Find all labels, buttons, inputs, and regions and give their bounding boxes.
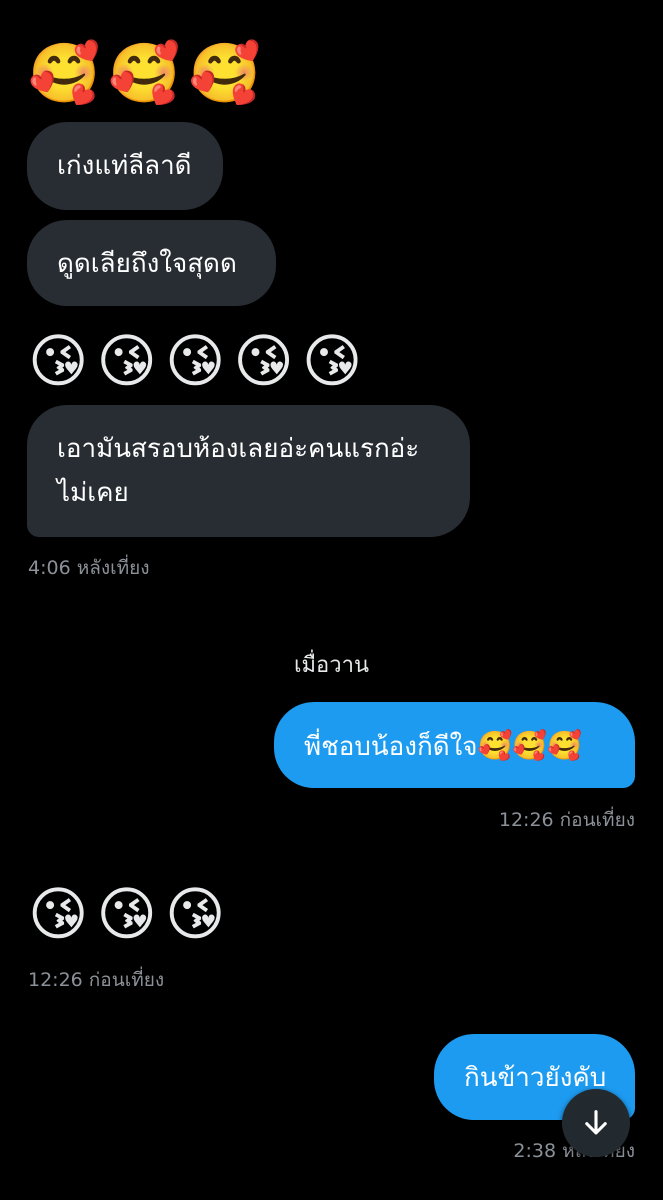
face-blowing-kiss-emoji: 😘 (28, 880, 89, 948)
smiling-face-with-hearts-emoji: 🥰🥰🥰 (477, 729, 583, 762)
scroll-to-bottom-button[interactable] (562, 1089, 630, 1157)
face-blowing-kiss-emoji: 😘 (301, 327, 363, 395)
message-bubble-incoming[interactable]: ดูดเลียถึงใจสุดด (27, 220, 276, 306)
message-text-line: ไม่เคย (57, 478, 129, 508)
message-text: ดูดเลียถึงใจสุดด (57, 249, 237, 279)
message-emoji-row: 😘 😘 😘 😘 😘 (28, 332, 362, 390)
day-separator: เมื่อวาน (294, 653, 369, 678)
face-blowing-kiss-emoji: 😘 (164, 327, 226, 395)
message-emoji-row: 🥰 🥰 🥰 (28, 44, 261, 102)
face-blowing-kiss-emoji: 😘 (233, 327, 294, 395)
arrow-down-icon (585, 1110, 607, 1135)
smiling-face-with-hearts-emoji: 🥰 (28, 39, 101, 107)
message-text: พี่ชอบน้องก็ดีใจ (304, 732, 478, 762)
message-text: กินข้าวยังคับ (464, 1063, 607, 1093)
face-blowing-kiss-emoji: 😘 (28, 327, 89, 395)
message-timestamp: 12:26 ก่อนเที่ยง (28, 969, 165, 991)
face-blowing-kiss-emoji: 😘 (164, 880, 226, 948)
smiling-face-with-hearts-emoji: 🥰 (108, 39, 181, 107)
message-emoji-row: 😘 😘 😘 (28, 885, 225, 943)
message-bubble-incoming[interactable]: เอามันสรอบห้องเลยอ่ะคนแรกอ่ะ ไม่เคย (27, 405, 470, 537)
message-text: เก่งแท่ลีลาดี (57, 151, 192, 181)
face-blowing-kiss-emoji: 😘 (96, 327, 157, 395)
message-bubble-incoming[interactable]: เก่งแท่ลีลาดี (27, 122, 223, 210)
message-timestamp: 4:06 หลังเที่ยง (28, 557, 150, 579)
smiling-face-with-hearts-emoji: 🥰 (188, 39, 261, 107)
message-timestamp: 12:26 ก่อนเที่ยง (498, 809, 635, 831)
message-bubble-outgoing[interactable]: พี่ชอบน้องก็ดีใจ🥰🥰🥰 (274, 702, 635, 788)
face-blowing-kiss-emoji: 😘 (96, 880, 157, 948)
message-text-line: เอามันสรอบห้องเลยอ่ะคนแรกอ่ะ (57, 434, 420, 464)
